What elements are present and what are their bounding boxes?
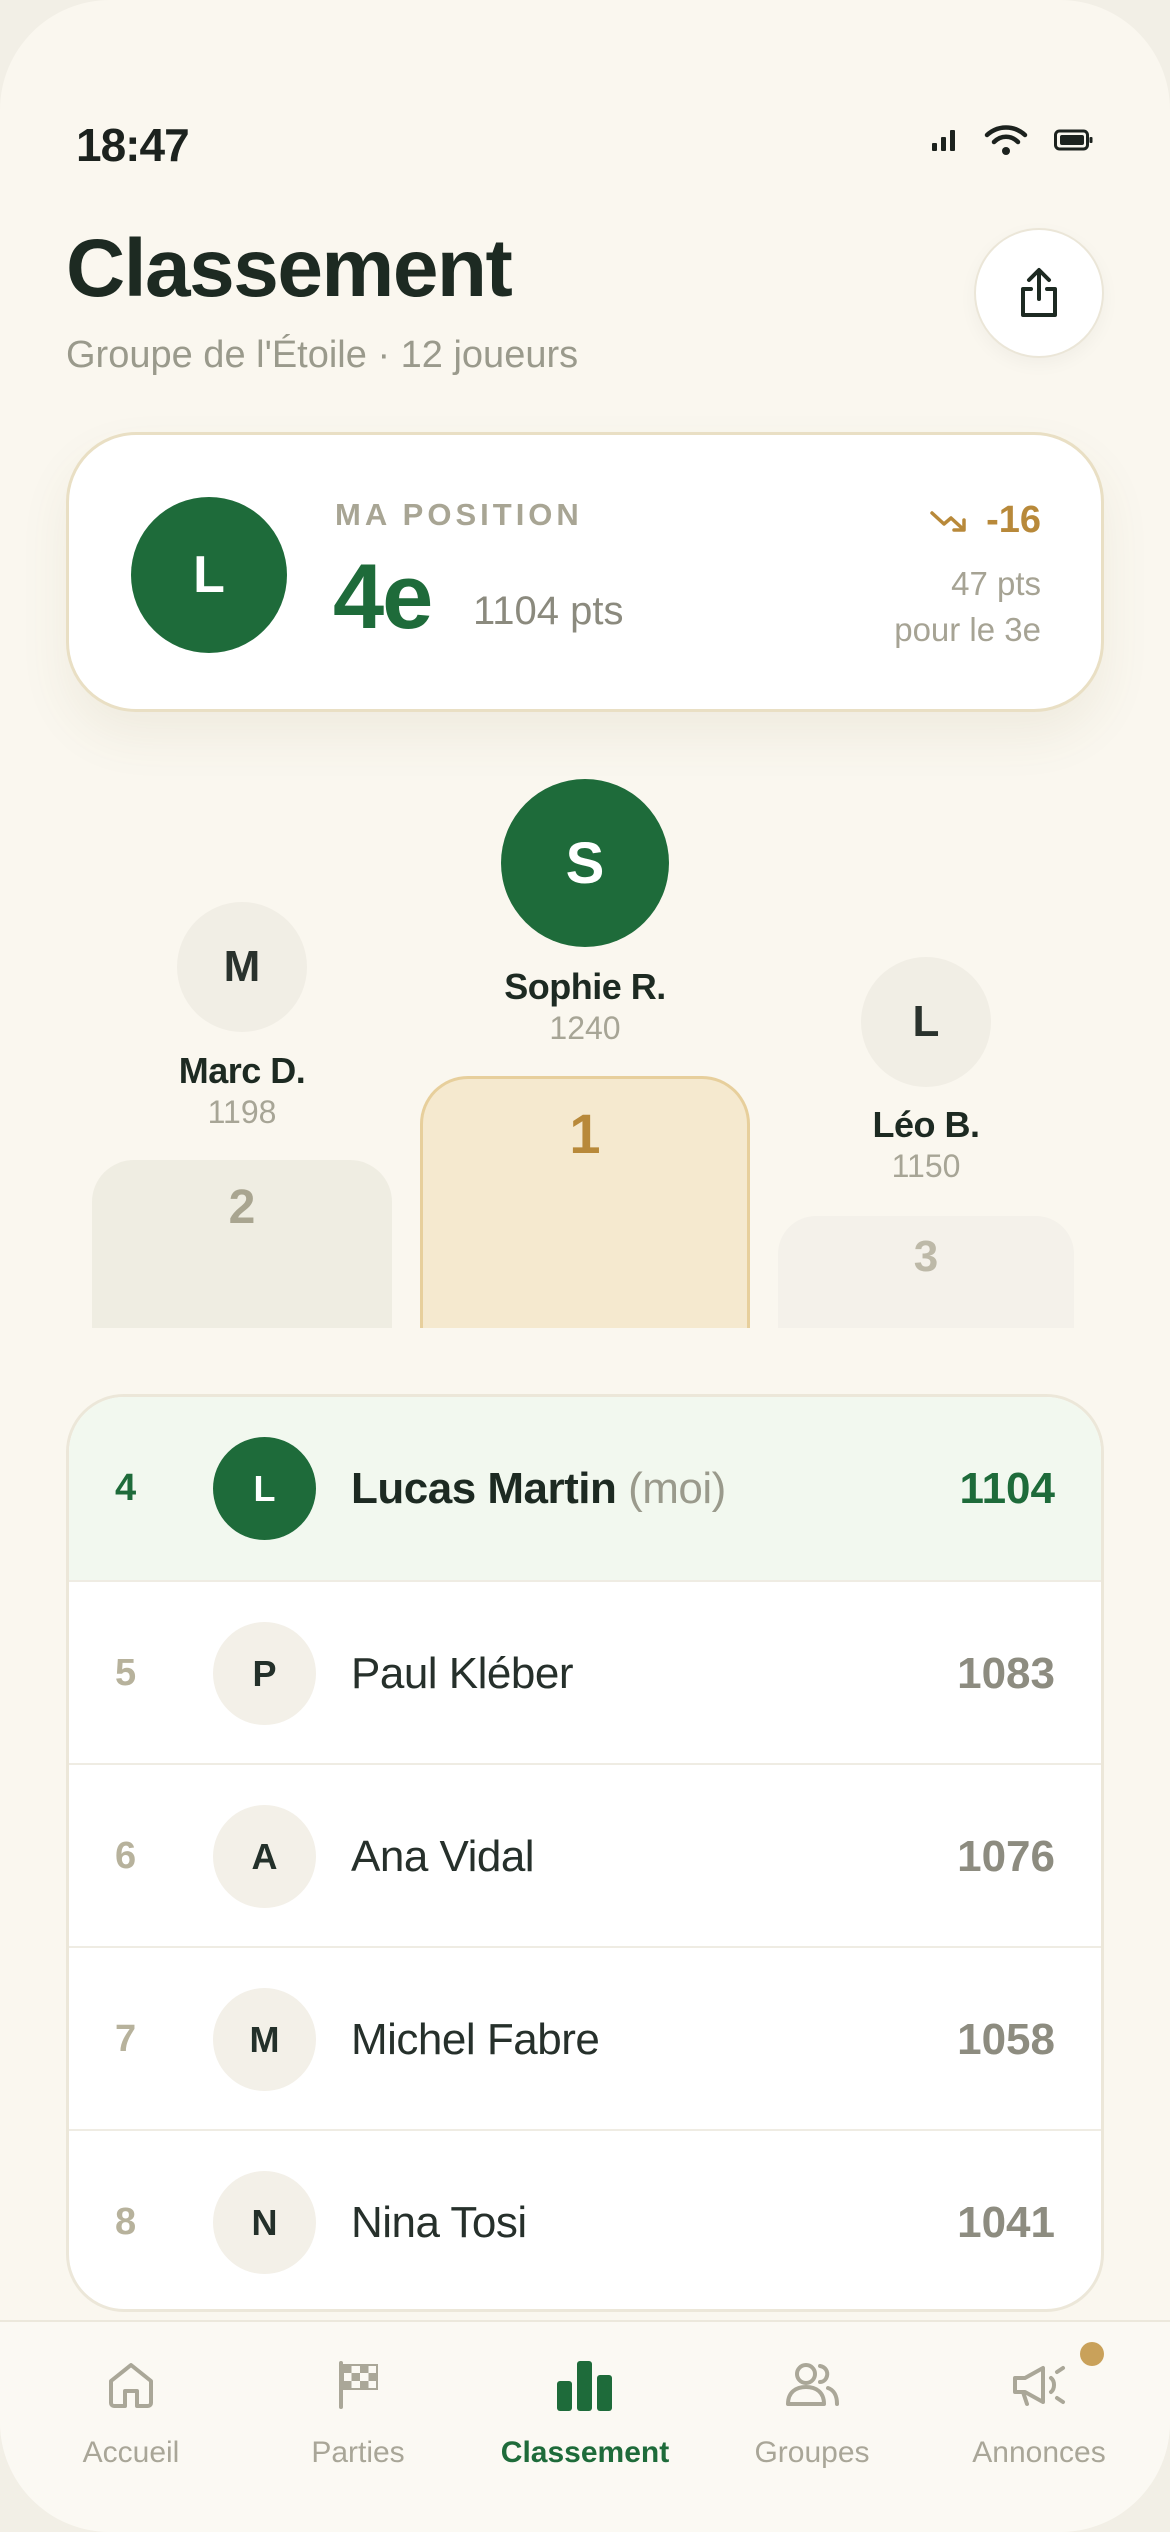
row-score: 1083 — [957, 1649, 1055, 1698]
podium-first-avatar[interactable]: S — [501, 779, 669, 947]
row-rank: 8 — [115, 2201, 137, 2243]
phone-screen: 18:47 Classement Groupe de l'Étoile · 12… — [0, 0, 1170, 2532]
tab-label: Classement — [500, 2436, 670, 2469]
battery-icon — [1054, 129, 1093, 151]
row-avatar: P — [213, 1622, 316, 1725]
row-score: 1041 — [957, 2198, 1055, 2247]
ranking-list: 4 L Lucas Martin (moi) 1104 5 P Paul Klé… — [66, 1394, 1104, 2312]
podium-first-name: Sophie R. — [504, 966, 666, 1007]
tab-bar: Accueil Parties Classement Groupes Annon… — [0, 2320, 1170, 2532]
tab-accueil[interactable]: Accueil — [16, 2350, 246, 2470]
row-name: Lucas Martin (moi) — [351, 1397, 726, 1580]
megaphone-icon — [1013, 2366, 1065, 2406]
trend-down-icon — [930, 510, 966, 532]
podium-second-score: 1198 — [207, 1094, 277, 1130]
row-name: Ana Vidal — [351, 1832, 535, 1881]
podium-third-avatar[interactable]: L — [861, 957, 991, 1087]
table-row[interactable]: 8 N Nina Tosi 1041 — [69, 2129, 1101, 2309]
checkered-flag-icon — [339, 2361, 378, 2409]
gap-points: 47 pts — [951, 565, 1041, 602]
tab-label: Parties — [311, 2436, 405, 2469]
podium-first-score: 1240 — [549, 1010, 621, 1046]
row-rank: 5 — [115, 1652, 137, 1694]
podium-second-block: 2 — [92, 1160, 392, 1328]
row-score: 1058 — [957, 2015, 1055, 2064]
table-row[interactable]: 5 P Paul Kléber 1083 — [69, 1580, 1101, 1763]
tab-label: Accueil — [82, 2436, 180, 2469]
row-avatar: A — [213, 1805, 316, 1908]
my-position-card[interactable]: L MA POSITION 4e 1104 pts -16 47 pts pou… — [66, 432, 1104, 712]
my-avatar: L — [131, 497, 287, 653]
tab-label: Groupes — [754, 2436, 870, 2469]
group-subtitle: Groupe de l'Étoile · 12 joueurs — [66, 334, 579, 376]
row-score: 1076 — [957, 1832, 1055, 1881]
status-icons — [930, 124, 1094, 156]
podium-first-block: 1 — [420, 1076, 750, 1328]
podium-third-score: 1150 — [891, 1148, 961, 1184]
table-row[interactable]: 6 A Ana Vidal 1076 — [69, 1763, 1101, 1946]
podium-third-name: Léo B. — [872, 1104, 980, 1145]
bar-chart-icon — [557, 2361, 612, 2411]
podium-second-avatar[interactable]: M — [177, 902, 307, 1032]
ranking-row-me[interactable]: 4 L Lucas Martin (moi) 1104 — [69, 1397, 1101, 1580]
home-icon — [109, 2363, 153, 2408]
share-icon — [1021, 268, 1057, 317]
me-suffix: (moi) — [628, 1464, 726, 1513]
my-points: 1104 pts — [473, 589, 624, 633]
my-trend: -16 — [930, 499, 1041, 542]
tab-groupes[interactable]: Groupes — [697, 2350, 927, 2470]
row-name-text: Lucas Martin — [351, 1464, 617, 1513]
share-button[interactable] — [974, 228, 1104, 358]
wifi-icon — [984, 125, 1028, 155]
podium-second-name: Marc D. — [178, 1050, 306, 1091]
tab-label: Annonces — [972, 2436, 1106, 2469]
row-name: Michel Fabre — [351, 2015, 600, 2064]
row-avatar: L — [213, 1437, 316, 1540]
tab-classement[interactable]: Classement — [470, 2350, 700, 2470]
my-position-label: MA POSITION — [335, 497, 583, 532]
row-avatar: N — [213, 2171, 316, 2274]
row-avatar: M — [213, 1988, 316, 2091]
users-icon — [786, 2363, 839, 2406]
my-rank: 4e — [333, 546, 433, 648]
tab-parties[interactable]: Parties — [243, 2350, 473, 2470]
gap-target: pour le 3e — [894, 611, 1041, 648]
row-rank: 4 — [115, 1467, 137, 1509]
page-title: Classement — [66, 223, 513, 314]
row-name: Nina Tosi — [351, 2198, 527, 2247]
signal-icon — [932, 130, 955, 151]
row-rank: 7 — [115, 2018, 137, 2060]
gap-to-next: 47 pts pour le 3e — [894, 561, 1041, 653]
tab-annonces[interactable]: Annonces — [924, 2350, 1154, 2470]
row-rank: 6 — [115, 1835, 137, 1877]
notification-dot — [1080, 2342, 1104, 2366]
table-row[interactable]: 7 M Michel Fabre 1058 — [69, 1946, 1101, 2129]
status-time: 18:47 — [76, 119, 190, 171]
row-name: Paul Kléber — [351, 1649, 573, 1698]
my-trend-value: -16 — [986, 499, 1041, 541]
row-score: 1104 — [959, 1464, 1055, 1513]
podium-third-block: 3 — [778, 1216, 1074, 1328]
